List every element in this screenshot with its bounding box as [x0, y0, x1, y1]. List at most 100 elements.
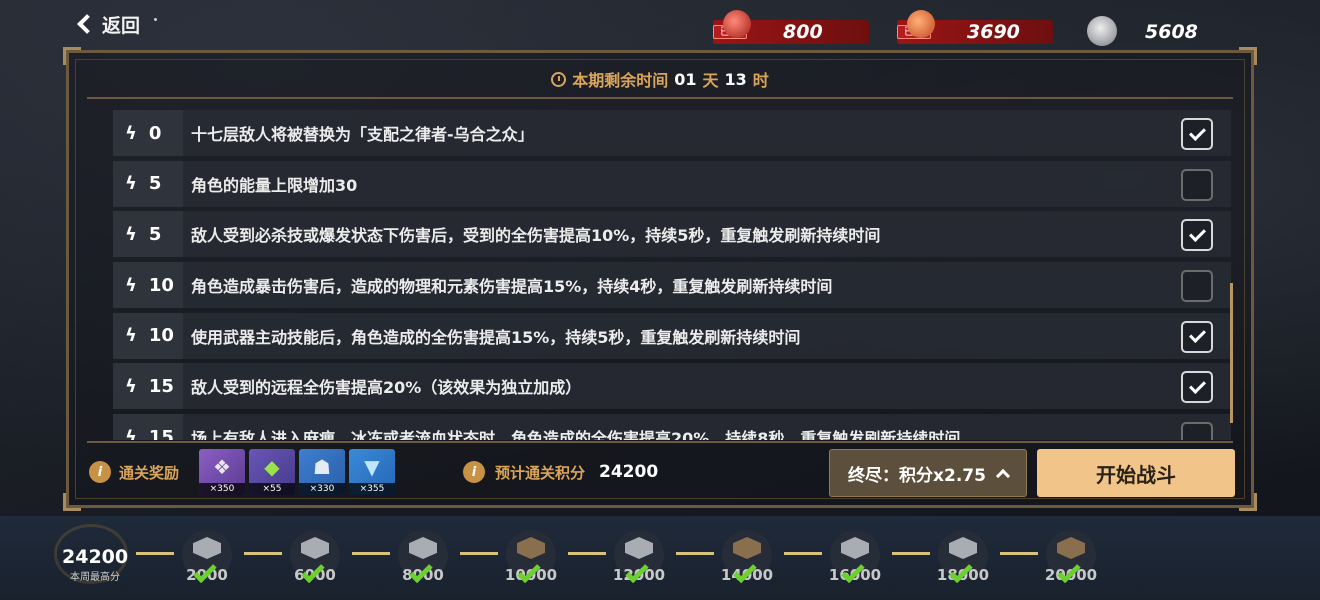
reward-label-text: 通关奖励: [119, 463, 180, 482]
modifier-checkbox[interactable]: [1181, 168, 1213, 201]
resource-2: 已满 3690: [897, 10, 1053, 45]
reward-chest-icon: [409, 537, 437, 559]
divider: [87, 97, 1233, 99]
reward-count: ×55: [249, 483, 295, 495]
clock-icon: [551, 71, 567, 87]
lightning-icon: ϟ: [125, 122, 137, 144]
modifier-row[interactable]: ϟ 10 角色造成暴击伤害后，造成的物理和元素伤害提高15%，持续4秒，重复触发刷…: [113, 262, 1231, 309]
modifier-text: 场上有敌人进入麻痹、冰冻或者流血状态时，角色造成的全伤害提高20%，持续8秒，重…: [191, 429, 961, 440]
best-score: 24200: [62, 546, 129, 568]
reward-list: ❖ ×350 ◆ ×55 ☗ ×330 ▼ ×355: [199, 449, 395, 495]
milestone-node[interactable]: 18000: [937, 530, 989, 584]
modifier-cost: 10: [148, 325, 174, 347]
milestone-node[interactable]: 8000: [398, 530, 448, 584]
modifier-cost: 15: [148, 426, 174, 440]
track-segment: [784, 552, 822, 555]
reward-item[interactable]: ❖ ×350: [199, 449, 245, 495]
modifier-text: 角色的能量上限增加30: [191, 175, 358, 195]
reward-item[interactable]: ▼ ×355: [349, 449, 395, 495]
chevron-up-icon: [995, 468, 1011, 483]
modifier-cost: 5: [148, 173, 162, 195]
modifier-panel: 本期剩余时间 01 天 13 时 ϟ0 十七层敌人将被替换为「支配之律者-乌合之…: [63, 47, 1257, 511]
track-segment: [676, 552, 714, 555]
reward-chest-icon: [193, 537, 221, 559]
timer-day-unit: 天: [702, 71, 719, 90]
modifier-row[interactable]: ϟ 15 敌人受到的远程全伤害提高20%（该效果为独立加成）: [113, 363, 1231, 410]
remaining-time: 本期剩余时间 01 天 13 时: [69, 67, 1251, 91]
modifier-checkbox[interactable]: [1181, 118, 1213, 150]
green-gem-icon: ◆: [264, 455, 280, 479]
reward-chest-icon: [1057, 537, 1085, 559]
milestone-node[interactable]: 10000: [505, 530, 557, 584]
corner-ornament: [1239, 493, 1257, 511]
resource-1: 已满 800: [713, 10, 869, 45]
start-battle-button[interactable]: 开始战斗: [1037, 449, 1235, 497]
milestone-node[interactable]: 12000: [613, 530, 665, 584]
modifier-row[interactable]: ϟ0 十七层敌人将被替换为「支配之律者-乌合之众」: [113, 110, 1231, 156]
modifier-checkbox[interactable]: [1181, 219, 1213, 252]
corner-ornament: [1239, 47, 1257, 65]
character-crystal-icon: ❖: [213, 455, 231, 479]
hooded-figure-icon: ☗: [313, 455, 331, 479]
modifier-row[interactable]: ϟ 10 使用武器主动技能后，角色造成的全伤害提高15%，持续5秒，重复触发刷新持…: [113, 312, 1231, 359]
red-crystal-icon: [723, 10, 751, 38]
reward-item[interactable]: ◆ ×55: [249, 449, 295, 495]
weekly-best: 24200 本周最高分: [54, 524, 129, 584]
modifier-text: 十七层敌人将被替换为「支配之律者-乌合之众」: [191, 125, 534, 144]
reward-count: ×355: [349, 483, 395, 495]
best-label: 本周最高分: [70, 572, 121, 583]
modifier-text: 角色造成暴击伤害后，造成的物理和元素伤害提高15%，持续4秒，重复触发刷新持续时…: [191, 277, 833, 297]
track-segment: [568, 552, 606, 555]
modifier-row[interactable]: ϟ5 敌人受到必杀技或爆发状态下伤害后，受到的全伤害提高10%，持续5秒，重复触…: [113, 211, 1231, 258]
track-segment: [1000, 552, 1038, 555]
reward-chest-icon: [625, 537, 653, 559]
modifier-cost: 5: [148, 223, 162, 245]
reward-count: ×350: [199, 483, 245, 495]
modifier-cost: 15: [148, 375, 174, 397]
modifier-checkbox[interactable]: [1181, 371, 1213, 404]
track-segment: [244, 552, 282, 555]
reward-chest-icon: [733, 537, 761, 559]
lightning-icon: ϟ: [125, 274, 137, 296]
modifier-checkbox[interactable]: [1181, 320, 1213, 353]
modifier-row[interactable]: ϟ5 角色的能量上限增加30: [113, 160, 1231, 207]
blue-crest-icon: ▼: [364, 455, 380, 479]
reward-chest-icon: [301, 537, 329, 559]
milestone-node[interactable]: 6000: [290, 530, 340, 584]
modifier-text: 使用武器主动技能后，角色造成的全伤害提高15%，持续5秒，重复触发刷新持续时间: [191, 327, 801, 347]
modifier-checkbox[interactable]: [1181, 422, 1213, 440]
milestone-node[interactable]: 16000: [829, 530, 881, 584]
reward-item[interactable]: ☗ ×330: [299, 449, 345, 495]
lightning-icon: ϟ: [125, 223, 137, 245]
estimated-score: i 预计通关积分 24200: [463, 461, 658, 483]
difficulty-button[interactable]: 终尽：积分x2.75: [829, 449, 1027, 497]
corner-ornament: [63, 47, 81, 65]
info-icon[interactable]: i: [89, 461, 111, 483]
lightning-icon: ϟ: [125, 325, 137, 347]
timer-hours: 13: [724, 69, 747, 89]
modifier-text: 敌人受到的远程全伤害提高20%（该效果为独立加成）: [191, 378, 582, 398]
difficulty-label: 终尽：积分x2.75: [848, 465, 986, 486]
back-button[interactable]: 返回: [72, 8, 158, 40]
info-icon[interactable]: i: [463, 461, 485, 483]
track-segment: [352, 552, 390, 555]
modifier-checkbox[interactable]: [1181, 270, 1213, 303]
milestone-node[interactable]: 20000: [1045, 530, 1097, 584]
modifier-cost: 0: [148, 122, 162, 144]
corner-ornament: [63, 493, 81, 511]
resource-value: 800: [783, 21, 823, 43]
estimate-label: 预计通关积分: [495, 463, 586, 482]
timer-prefix: 本期剩余时间: [572, 71, 669, 90]
resource-value: 3690: [967, 21, 1020, 43]
silver-emblem-icon: [1087, 16, 1117, 46]
modifier-list[interactable]: ϟ0 十七层敌人将被替换为「支配之律者-乌合之众」 ϟ5 角色的能量上限增加30…: [113, 110, 1231, 440]
scrollbar[interactable]: [1230, 283, 1233, 423]
milestone-node[interactable]: 2000: [182, 530, 232, 584]
timer-hour-unit: 时: [752, 71, 769, 90]
track-segment: [892, 552, 930, 555]
divider: [87, 441, 1233, 443]
orange-crystal-icon: [907, 10, 935, 38]
milestone-node[interactable]: 14000: [721, 530, 773, 584]
modifier-text: 敌人受到必杀技或爆发状态下伤害后，受到的全伤害提高10%，持续5秒，重复触发刷新…: [191, 226, 881, 246]
modifier-row[interactable]: ϟ 15 场上有敌人进入麻痹、冰冻或者流血状态时，角色造成的全伤害提高20%，持续…: [113, 414, 1231, 440]
